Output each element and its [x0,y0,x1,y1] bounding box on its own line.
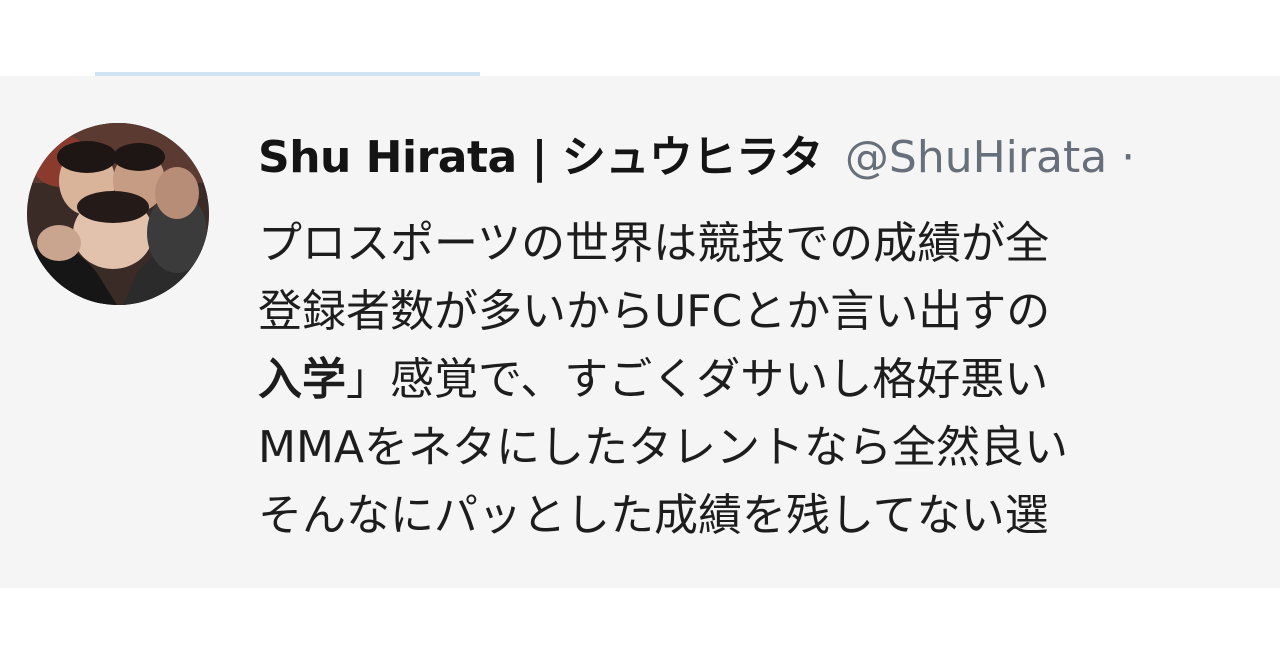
tweet-card[interactable]: Shu Hirata | シュウヒラタ @ShuHirata · プロスポーツの世界… [0,76,1280,588]
tweet-line-4: MMAをネタにしたタレントなら全然良い [258,414,1280,482]
tweet-line-1: プロスポーツの世界は競技での成績が全 [258,210,1280,278]
tweet-line-3: 入学」感覚で、すごくダサいし格好悪い [258,346,1280,414]
header-separator: · [1121,132,1136,183]
tweet-line-5: そんなにパッとした成績を残してない選 [258,482,1280,550]
tweet-line-4-text: MMAをネタにしたタレントなら全然良い [258,422,1069,473]
tweet-line-3-text: 」感覚で、すごくダサいし格好悪い [346,354,1049,405]
tweet-line-3-bold-text: 入学 [258,354,346,405]
screenshot-page: Shu Hirata | シュウヒラタ @ShuHirata · プロスポーツの世界… [0,0,1280,670]
profile-photo-icon [27,123,209,305]
avatar[interactable] [27,123,209,305]
author-display-name[interactable]: Shu Hirata | シュウヒラタ [258,132,823,183]
tweet-line-5-text: そんなにパッとした成績を残してない選 [258,490,1049,541]
tweet-line-2: 登録者数が多いからUFCとか言い出すの [258,278,1280,346]
author-handle[interactable]: @ShuHirata [845,132,1107,183]
tweet-text: プロスポーツの世界は競技での成績が全 登録者数が多いからUFCとか言い出すの 入… [258,210,1280,550]
tweet-line-1-text: プロスポーツの世界は競技での成績が全 [258,218,1050,269]
tweet-line-2-text: 登録者数が多いからUFCとか言い出すの [258,286,1051,337]
tweet-header: Shu Hirata | シュウヒラタ @ShuHirata · [258,128,1135,188]
